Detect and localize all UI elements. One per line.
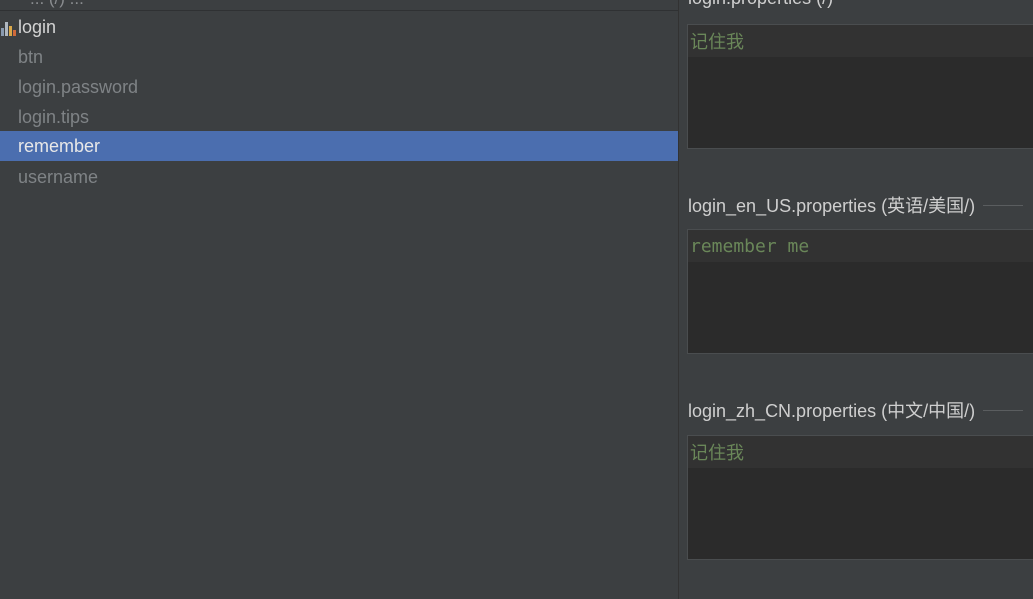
tree-header-clipped: ... (/) ... bbox=[0, 0, 678, 11]
tree-item-label: remember bbox=[18, 135, 101, 156]
resource-bundle-editor: ... (/) ... login btn login.password log… bbox=[0, 0, 1033, 599]
tree-item-label: username bbox=[18, 166, 99, 187]
value-text[interactable]: remember me bbox=[688, 230, 1033, 262]
tree-root-login[interactable]: login bbox=[0, 12, 678, 42]
tree-item-label: btn bbox=[18, 46, 44, 67]
tree-item-login-tips[interactable]: login.tips bbox=[0, 102, 678, 132]
section-title-en-us: login_en_US.properties (英语/美国/) bbox=[688, 192, 1024, 218]
value-editor-en-us[interactable]: remember me bbox=[687, 229, 1033, 354]
tree-item-label: login.tips bbox=[18, 106, 90, 127]
locale-values-panel: login.properties (/) 记住我 login_en_US.pro… bbox=[679, 0, 1033, 599]
value-text[interactable]: 记住我 bbox=[688, 25, 1033, 57]
tree-item-label: login.password bbox=[18, 76, 139, 97]
section-title-zh-cn: login_zh_CN.properties (中文/中国/) bbox=[688, 397, 1024, 423]
value-text[interactable]: 记住我 bbox=[688, 436, 1033, 468]
section-divider bbox=[983, 409, 1024, 411]
section-title-default: login.properties (/) bbox=[688, 0, 833, 9]
section-divider bbox=[983, 204, 1024, 206]
property-keys-tree[interactable]: ... (/) ... login btn login.password log… bbox=[0, 0, 679, 599]
value-editor-default[interactable]: 记住我 bbox=[687, 24, 1033, 149]
tree-root-label: login bbox=[18, 16, 57, 37]
tree-header-text: ... (/) ... bbox=[30, 0, 84, 9]
tree-item-login-password[interactable]: login.password bbox=[0, 72, 678, 102]
value-editor-zh-cn[interactable]: 记住我 bbox=[687, 435, 1033, 560]
resource-bundle-icon bbox=[0, 17, 16, 37]
tree-item-username[interactable]: username bbox=[0, 162, 678, 192]
tree-item-btn[interactable]: btn bbox=[0, 42, 678, 72]
tree-item-remember[interactable]: remember bbox=[0, 131, 678, 161]
